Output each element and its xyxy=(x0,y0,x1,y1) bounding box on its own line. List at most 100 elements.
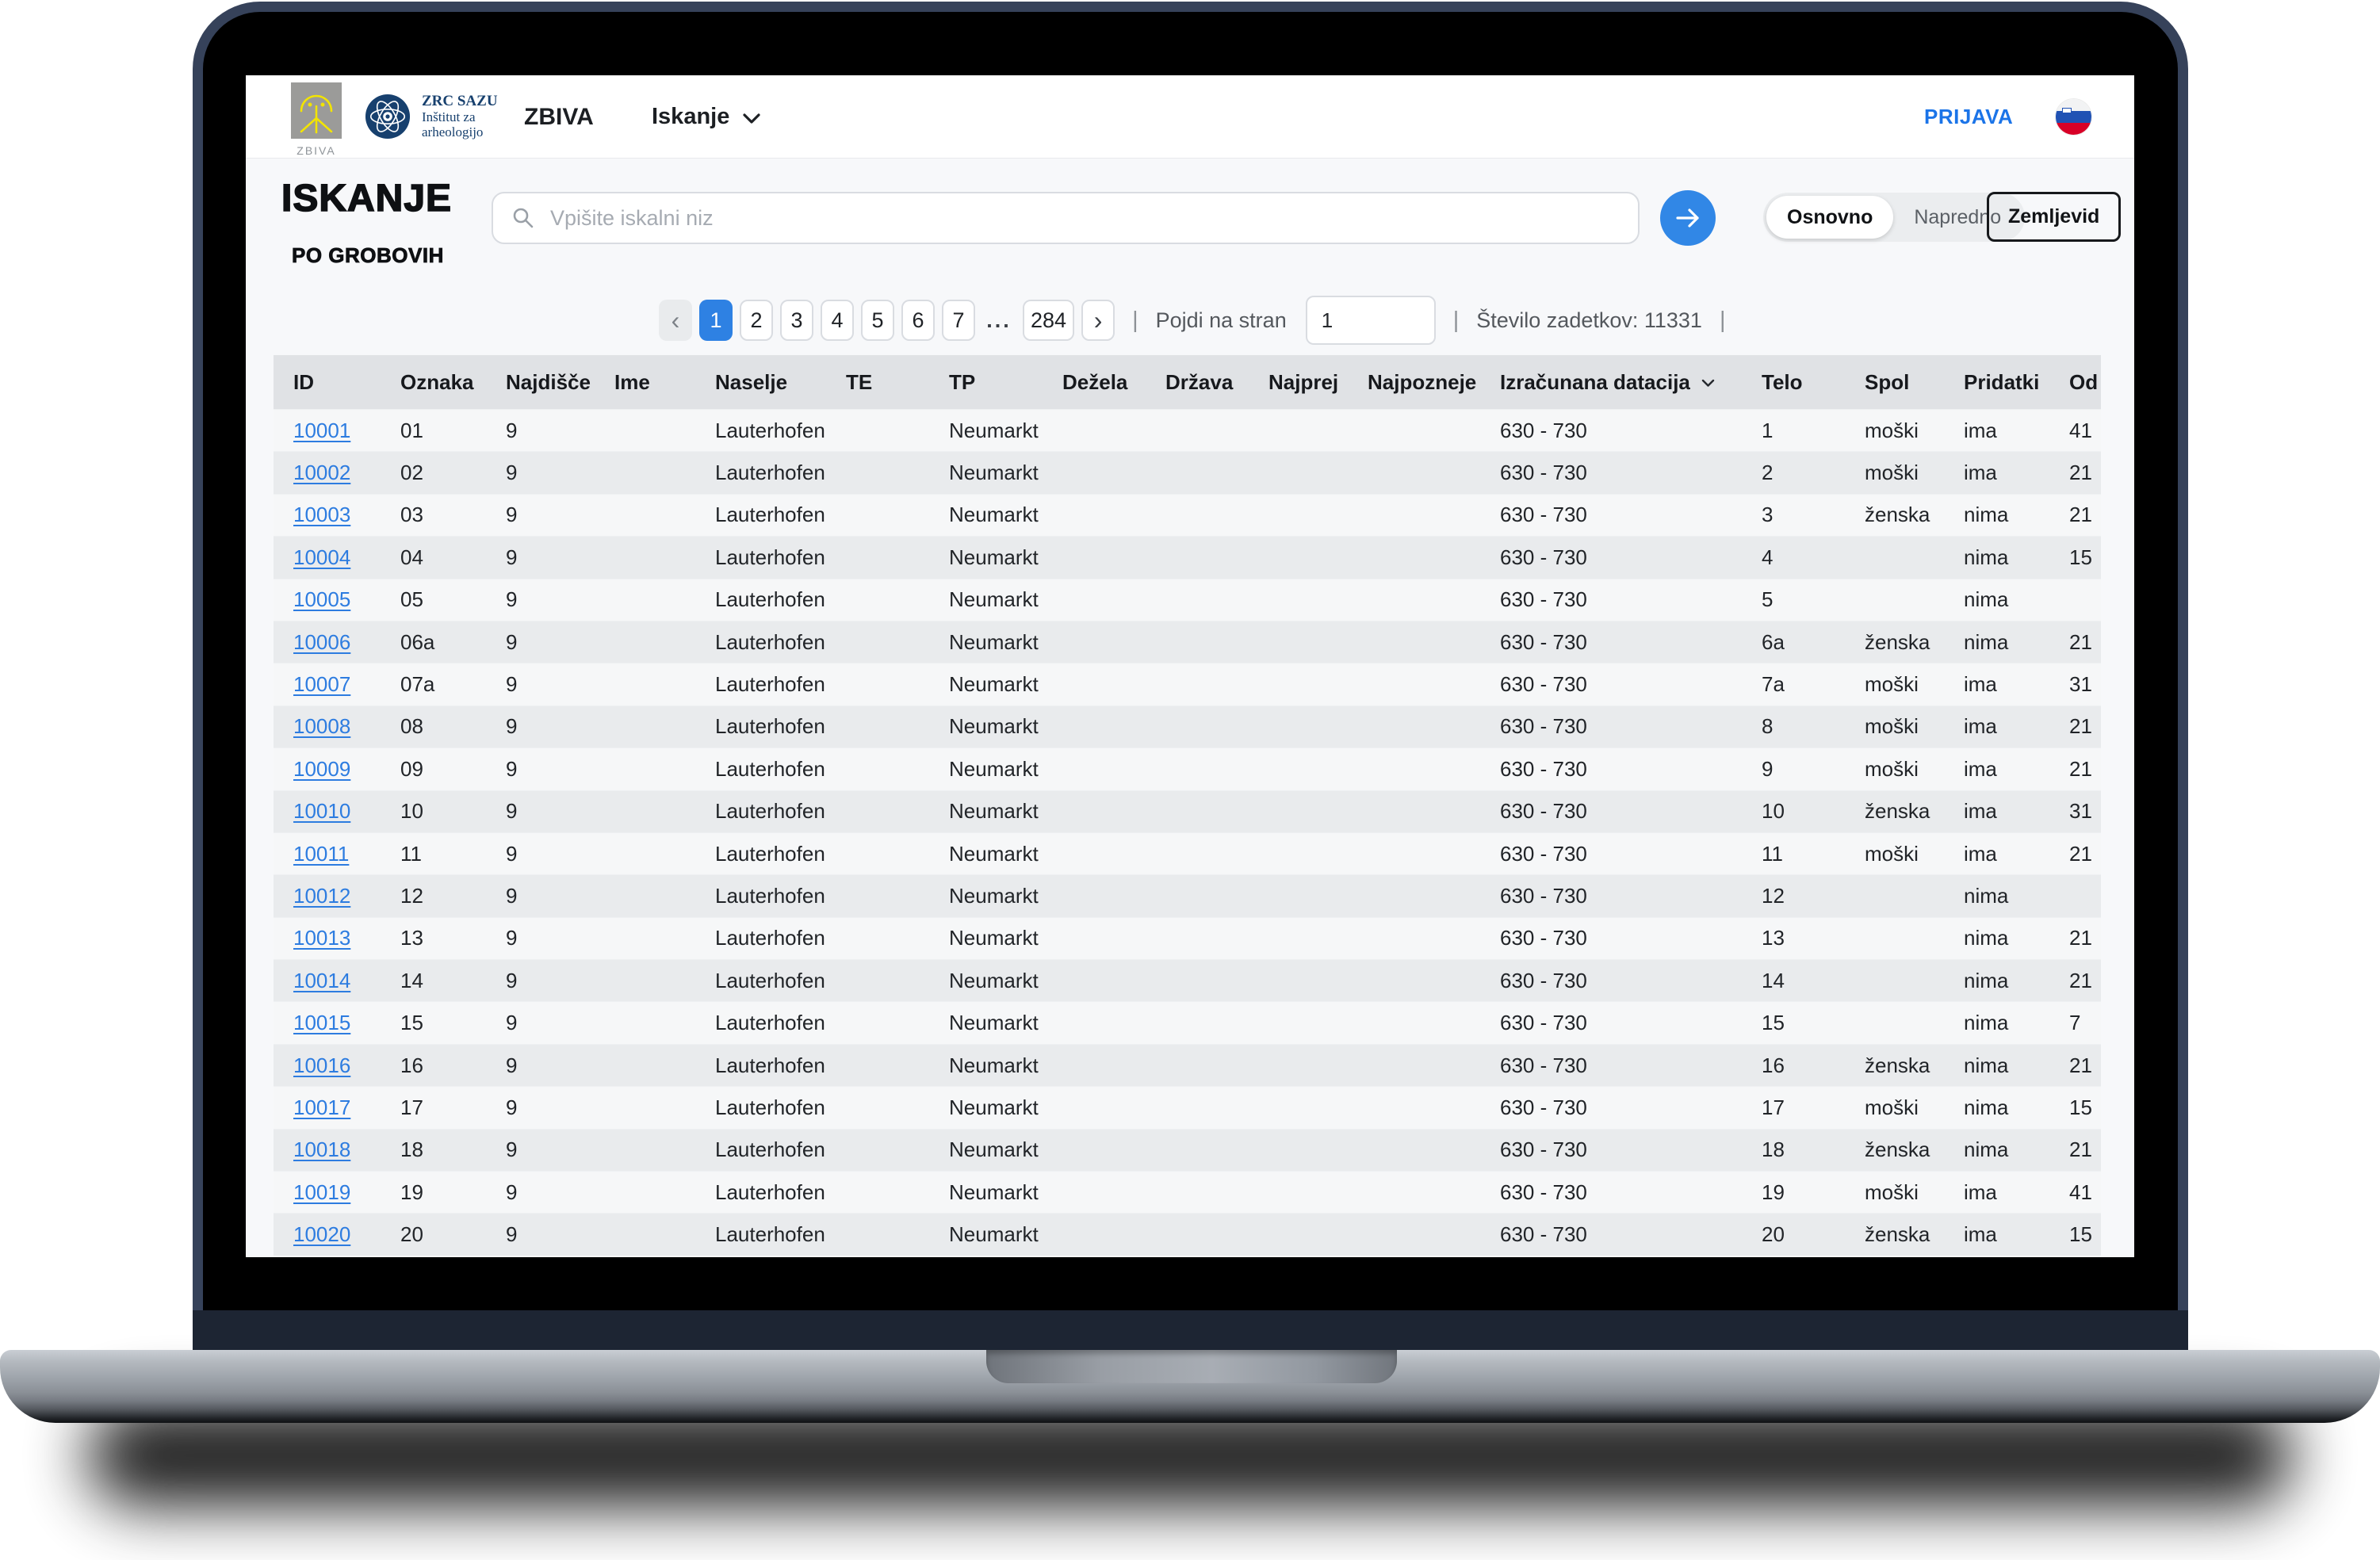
column-header[interactable]: Izračunana datacija xyxy=(1500,370,1762,395)
grave-id-link[interactable]: 10016 xyxy=(293,1053,400,1078)
cell-telo: 9 xyxy=(1762,757,1865,782)
cell-naselje: Lauterhofen xyxy=(715,1138,846,1162)
cell-tp: Neumarkt xyxy=(949,926,1062,950)
nav-item-iskanje[interactable]: Iskanje xyxy=(652,75,761,159)
cell-od: 15 xyxy=(2069,545,2101,570)
cell-najdisce: 9 xyxy=(506,1222,614,1247)
cell-telo: 7a xyxy=(1762,672,1865,697)
column-header[interactable]: Od xyxy=(2069,370,2101,395)
grave-id-link[interactable]: 10002 xyxy=(293,461,400,485)
cell-od: 41 xyxy=(2069,419,2101,443)
cell-pridatki: ima xyxy=(1964,1222,2069,1247)
next-page-button[interactable]: › xyxy=(1081,300,1115,341)
column-header[interactable]: TE xyxy=(846,370,949,395)
mode-basic-button[interactable]: Osnovno xyxy=(1766,196,1893,239)
cell-naselje: Lauterhofen xyxy=(715,714,846,739)
grave-id-link[interactable]: 10019 xyxy=(293,1180,400,1205)
cell-od: 21 xyxy=(2069,842,2101,866)
cell-naselje: Lauterhofen xyxy=(715,969,846,993)
column-header[interactable]: Najpozneje xyxy=(1368,370,1500,395)
language-flag-slovenia[interactable] xyxy=(2056,99,2091,135)
page-button[interactable]: 6 xyxy=(901,300,935,341)
table-row: 10020209LauterhofenNeumarkt630 - 73020že… xyxy=(274,1213,2101,1255)
zrc-sazu-logo[interactable]: ZRC SAZU Inštitut za arheologijo xyxy=(365,93,498,140)
table-row: 10001019LauterhofenNeumarkt630 - 7301moš… xyxy=(274,409,2101,451)
cell-datacija: 630 - 730 xyxy=(1500,587,1762,612)
zrc-sazu-logo-icon xyxy=(365,94,411,140)
table-row: 10011119LauterhofenNeumarkt630 - 73011mo… xyxy=(274,832,2101,874)
column-header[interactable]: Pridatki xyxy=(1964,370,2069,395)
cell-pridatki: nima xyxy=(1964,926,2069,950)
grave-id-link[interactable]: 10011 xyxy=(293,842,400,866)
cell-naselje: Lauterhofen xyxy=(715,503,846,527)
column-header[interactable]: Dežela xyxy=(1062,370,1165,395)
cell-telo: 19 xyxy=(1762,1180,1865,1205)
cell-oznaka: 20 xyxy=(400,1222,506,1247)
grave-id-link[interactable]: 10001 xyxy=(293,419,400,443)
grave-id-link[interactable]: 10013 xyxy=(293,926,400,950)
grave-id-link[interactable]: 10017 xyxy=(293,1095,400,1120)
grave-id-link[interactable]: 10004 xyxy=(293,545,400,570)
map-button[interactable]: Zemljevid xyxy=(1987,192,2121,242)
page-button[interactable]: 2 xyxy=(740,300,773,341)
column-header[interactable]: Oznaka xyxy=(400,370,506,395)
column-header[interactable]: Telo xyxy=(1762,370,1865,395)
cell-najdisce: 9 xyxy=(506,757,614,782)
column-header[interactable]: Ime xyxy=(614,370,715,395)
grave-id-link[interactable]: 10012 xyxy=(293,884,400,908)
column-header[interactable]: Najprej xyxy=(1268,370,1368,395)
column-header[interactable]: TP xyxy=(949,370,1062,395)
login-link[interactable]: PRIJAVA xyxy=(1924,75,2013,159)
search-submit-button[interactable] xyxy=(1660,190,1716,246)
cell-datacija: 630 - 730 xyxy=(1500,799,1762,824)
grave-id-link[interactable]: 10020 xyxy=(293,1222,400,1247)
grave-id-link[interactable]: 10003 xyxy=(293,503,400,527)
column-header[interactable]: Najdišče xyxy=(506,370,614,395)
page-button[interactable]: 7 xyxy=(942,300,975,341)
cell-najdisce: 9 xyxy=(506,884,614,908)
grave-id-link[interactable]: 10006 xyxy=(293,630,400,655)
cell-najdisce: 9 xyxy=(506,545,614,570)
table-row: 10012129LauterhofenNeumarkt630 - 73012ni… xyxy=(274,874,2101,916)
column-header[interactable]: Naselje xyxy=(715,370,846,395)
cell-datacija: 630 - 730 xyxy=(1500,1222,1762,1247)
grave-id-link[interactable]: 10007 xyxy=(293,672,400,697)
page-button[interactable]: 4 xyxy=(821,300,854,341)
page-button[interactable]: 5 xyxy=(861,300,894,341)
grave-id-link[interactable]: 10015 xyxy=(293,1011,400,1035)
cell-datacija: 630 - 730 xyxy=(1500,969,1762,993)
cell-telo: 12 xyxy=(1762,884,1865,908)
column-header[interactable]: Država xyxy=(1165,370,1268,395)
grave-id-link[interactable]: 10018 xyxy=(293,1138,400,1162)
cell-oznaka: 11 xyxy=(400,842,506,866)
cell-najdisce: 9 xyxy=(506,926,614,950)
cell-oznaka: 15 xyxy=(400,1011,506,1035)
page-button[interactable]: 284 xyxy=(1023,300,1074,341)
prev-page-button[interactable]: ‹ xyxy=(659,300,692,341)
cell-pridatki: ima xyxy=(1964,419,2069,443)
column-header[interactable]: ID xyxy=(293,370,400,395)
search-input[interactable] xyxy=(549,205,1630,231)
grave-id-link[interactable]: 10005 xyxy=(293,587,400,612)
goto-page-input[interactable] xyxy=(1306,296,1436,345)
cell-naselje: Lauterhofen xyxy=(715,884,846,908)
grave-id-link[interactable]: 10010 xyxy=(293,799,400,824)
zbiva-logo[interactable]: ZBIVA xyxy=(291,82,342,157)
app-header: ZBIVA ZRC SAZU xyxy=(246,75,2134,159)
page-button[interactable]: 3 xyxy=(780,300,813,341)
column-header[interactable]: Spol xyxy=(1865,370,1964,395)
table-row: 10002029LauterhofenNeumarkt630 - 7302moš… xyxy=(274,451,2101,493)
grave-id-link[interactable]: 10014 xyxy=(293,969,400,993)
cell-tp: Neumarkt xyxy=(949,714,1062,739)
cell-telo: 14 xyxy=(1762,969,1865,993)
grave-id-link[interactable]: 10008 xyxy=(293,714,400,739)
cell-od: 21 xyxy=(2069,1053,2101,1078)
grave-id-link[interactable]: 10009 xyxy=(293,757,400,782)
cell-telo: 17 xyxy=(1762,1095,1865,1120)
cell-tp: Neumarkt xyxy=(949,672,1062,697)
cell-naselje: Lauterhofen xyxy=(715,1011,846,1035)
page-button[interactable]: 1 xyxy=(699,300,733,341)
cell-naselje: Lauterhofen xyxy=(715,545,846,570)
table-row: 10018189LauterhofenNeumarkt630 - 73018že… xyxy=(274,1129,2101,1171)
cell-naselje: Lauterhofen xyxy=(715,1180,846,1205)
